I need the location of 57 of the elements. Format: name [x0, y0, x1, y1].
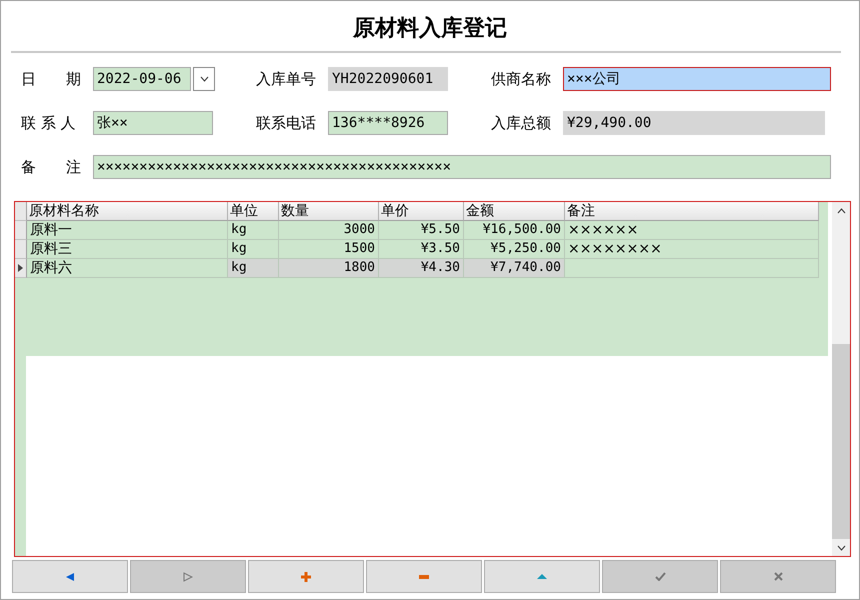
column-header[interactable]: 原材料名称: [27, 202, 228, 221]
table-cell: 原料三: [27, 240, 228, 259]
row-header: [15, 202, 27, 221]
dropdown-button[interactable]: [193, 67, 215, 91]
field-label: 日 期: [21, 70, 82, 88]
scrollbar[interactable]: [832, 202, 850, 556]
left-triangle-icon: [65, 572, 75, 582]
table-cell: 原料一: [27, 221, 228, 240]
current-row-icon: [18, 264, 23, 272]
field-label: 入库单号: [256, 70, 317, 88]
field-label: 备 注: [21, 158, 82, 176]
column-header[interactable]: 单位: [228, 202, 279, 221]
add-button[interactable]: [248, 560, 364, 593]
readonly-field: YH2022090601: [328, 67, 448, 91]
field-label: 联 系 人: [21, 114, 77, 132]
readonly-field: ¥29,490.00: [563, 111, 825, 135]
table-cell: ¥16,500.00: [464, 221, 565, 240]
table-cell: ¥7,740.00: [464, 259, 565, 278]
chevron-up-icon: [836, 208, 846, 214]
table-cell: ××××××: [565, 221, 819, 240]
window-title: 原材料入库登记: [352, 14, 508, 43]
table-cell: 3000: [279, 221, 379, 240]
table-cell: kg: [228, 240, 279, 259]
up-triangle-icon: [536, 573, 548, 580]
column-header[interactable]: 备注: [565, 202, 819, 221]
minus-icon: [419, 574, 429, 578]
previous-button[interactable]: [12, 560, 128, 593]
right-triangle-icon: [183, 572, 193, 582]
table-cell: 1800: [279, 259, 379, 278]
table-cell: ¥3.50: [379, 240, 464, 259]
column-header[interactable]: 金额: [464, 202, 565, 221]
table-cell: ××××××××: [565, 240, 819, 259]
chevron-down-icon: [200, 76, 208, 82]
row-header[interactable]: [15, 259, 27, 278]
table-cell: ¥5.50: [379, 221, 464, 240]
close-icon: [774, 572, 782, 581]
input-field[interactable]: ×××公司: [563, 67, 831, 91]
column-header[interactable]: 单价: [379, 202, 464, 221]
up-button[interactable]: [484, 560, 600, 593]
field-label: 联系电话: [256, 114, 317, 132]
input-field[interactable]: 张××: [93, 111, 213, 135]
table-cell: 1500: [279, 240, 379, 259]
remove-button[interactable]: [366, 560, 482, 593]
date-field[interactable]: 2022-09-06: [93, 67, 191, 91]
field-label: 入库总额: [491, 114, 552, 132]
table-cell: ¥5,250.00: [464, 240, 565, 259]
table-cell: kg: [228, 259, 279, 278]
field-label: 供商名称: [491, 70, 552, 88]
chevron-down-icon: [836, 544, 846, 550]
column-header[interactable]: 数量: [279, 202, 379, 221]
input-field[interactable]: 136****8926: [328, 111, 448, 135]
plus-icon: [301, 572, 311, 582]
table-cell: ¥4.30: [379, 259, 464, 278]
table-cell: kg: [228, 221, 279, 240]
check-icon: [654, 572, 666, 581]
table-cell: 原料六: [27, 259, 228, 278]
input-field[interactable]: ××××××××××××××××××××××××××××××××××××××××××: [93, 155, 831, 179]
